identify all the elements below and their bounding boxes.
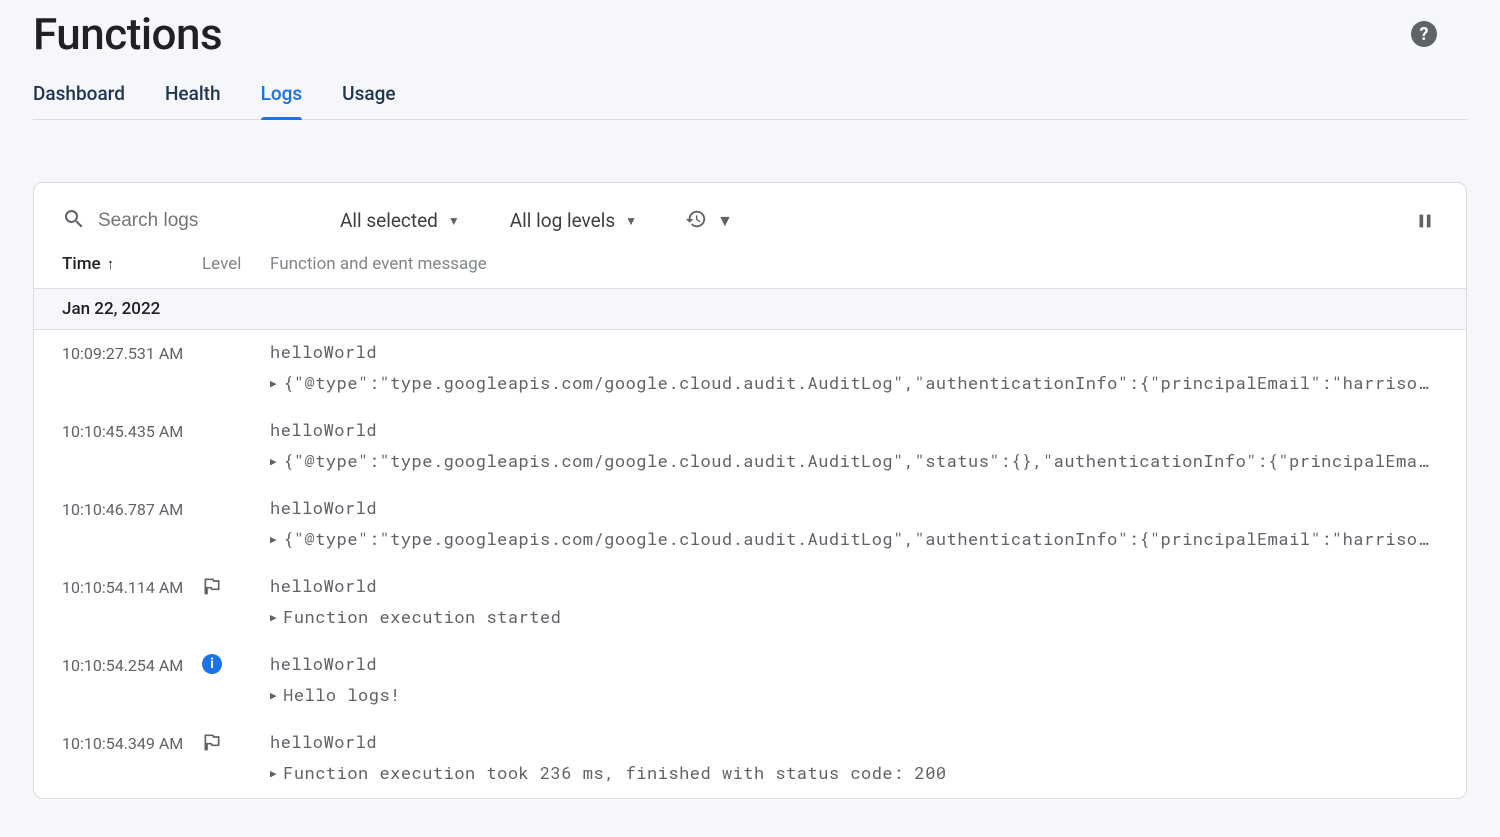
functions-filter-dropdown[interactable]: All selected ▼ <box>338 205 462 236</box>
help-button[interactable]: ? <box>1411 21 1437 47</box>
log-time: 10:09:27.531 AM <box>62 340 202 363</box>
log-time: 10:10:54.254 AM <box>62 652 202 675</box>
log-function-name: helloWorld <box>270 730 1438 753</box>
log-level <box>202 496 270 498</box>
sort-asc-icon: ↑ <box>107 255 115 273</box>
tabs: Dashboard Health Logs Usage <box>33 82 1467 120</box>
log-level <box>202 574 270 601</box>
expand-icon: ▶ <box>270 687 277 702</box>
log-function-name: helloWorld <box>270 574 1438 597</box>
log-entry[interactable]: 10:10:54.254 AMi helloWorld ▶ Hello logs! <box>34 642 1466 720</box>
log-message: {"@type":"type.googleapis.com/google.clo… <box>283 449 1438 472</box>
log-time: 10:10:45.435 AM <box>62 418 202 441</box>
column-time-header[interactable]: Time ↑ <box>62 254 202 274</box>
log-message: Hello logs! <box>283 683 401 706</box>
pause-stream-button[interactable] <box>1414 210 1436 232</box>
help-icon: ? <box>1420 24 1429 45</box>
log-entry[interactable]: 10:10:45.435 AM helloWorld ▶ {"@type":"type… <box>34 408 1466 486</box>
log-time: 10:10:46.787 AM <box>62 496 202 519</box>
logs-panel: All selected ▼ All log levels ▼ ▼ Time <box>33 182 1467 799</box>
log-entries: 10:09:27.531 AM helloWorld ▶ {"@type":"type… <box>34 330 1466 798</box>
log-message: {"@type":"type.googleapis.com/google.clo… <box>283 371 1438 394</box>
column-headers: Time ↑ Level Function and event message <box>34 254 1466 288</box>
log-function-name: helloWorld <box>270 496 1438 519</box>
log-time: 10:10:54.349 AM <box>62 730 202 753</box>
tab-health[interactable]: Health <box>165 82 221 119</box>
log-message-row[interactable]: ▶ Hello logs! <box>270 683 1438 706</box>
tab-usage[interactable]: Usage <box>342 82 395 119</box>
level-filter-dropdown[interactable]: All log levels ▼ <box>508 205 639 236</box>
column-level-header: Level <box>202 254 270 274</box>
chevron-down-icon: ▼ <box>625 214 637 228</box>
search-input[interactable] <box>98 210 258 232</box>
chevron-down-icon: ▼ <box>717 211 733 231</box>
log-level: i <box>202 652 270 674</box>
log-message: Function execution took 236 ms, finished… <box>283 761 947 784</box>
log-function-name: helloWorld <box>270 340 1438 363</box>
search-icon <box>62 207 86 235</box>
log-entry[interactable]: 10:10:46.787 AM helloWorld ▶ {"@type":"type… <box>34 486 1466 564</box>
expand-icon: ▶ <box>270 765 277 780</box>
log-level <box>202 340 270 342</box>
flag-icon <box>202 576 222 601</box>
log-time: 10:10:54.114 AM <box>62 574 202 597</box>
log-message: {"@type":"type.googleapis.com/google.clo… <box>283 527 1438 550</box>
tab-dashboard[interactable]: Dashboard <box>33 82 125 119</box>
log-function-name: helloWorld <box>270 418 1438 441</box>
flag-icon <box>202 732 222 757</box>
log-message-row[interactable]: ▶ Function execution took 236 ms, finishe… <box>270 761 1438 784</box>
log-entry[interactable]: 10:10:54.349 AM helloWorld ▶ Function execu… <box>34 720 1466 798</box>
info-icon: i <box>202 654 222 674</box>
log-message-row[interactable]: ▶ {"@type":"type.googleapis.com/google.cl… <box>270 527 1438 550</box>
history-icon <box>685 208 707 234</box>
tab-logs[interactable]: Logs <box>261 82 303 119</box>
chevron-down-icon: ▼ <box>448 214 460 228</box>
log-message-row[interactable]: ▶ {"@type":"type.googleapis.com/google.cl… <box>270 449 1438 472</box>
page-title: Functions <box>33 8 222 60</box>
date-group-header: Jan 22, 2022 <box>34 288 1466 330</box>
log-level <box>202 418 270 420</box>
column-message-header: Function and event message <box>270 254 1438 274</box>
expand-icon: ▶ <box>270 375 277 390</box>
log-entry[interactable]: 10:10:54.114 AM helloWorld ▶ Function execu… <box>34 564 1466 642</box>
expand-icon: ▶ <box>270 609 277 624</box>
functions-filter-label: All selected <box>340 209 438 232</box>
expand-icon: ▶ <box>270 453 277 468</box>
log-message-row[interactable]: ▶ Function execution started <box>270 605 1438 628</box>
log-message: Function execution started <box>283 605 561 628</box>
log-level <box>202 730 270 757</box>
log-message-row[interactable]: ▶ {"@type":"type.googleapis.com/google.cl… <box>270 371 1438 394</box>
log-entry[interactable]: 10:09:27.531 AM helloWorld ▶ {"@type":"type… <box>34 330 1466 408</box>
expand-icon: ▶ <box>270 531 277 546</box>
logs-toolbar: All selected ▼ All log levels ▼ ▼ <box>34 183 1466 254</box>
log-function-name: helloWorld <box>270 652 1438 675</box>
level-filter-label: All log levels <box>510 209 615 232</box>
time-range-dropdown[interactable]: ▼ <box>685 208 733 234</box>
